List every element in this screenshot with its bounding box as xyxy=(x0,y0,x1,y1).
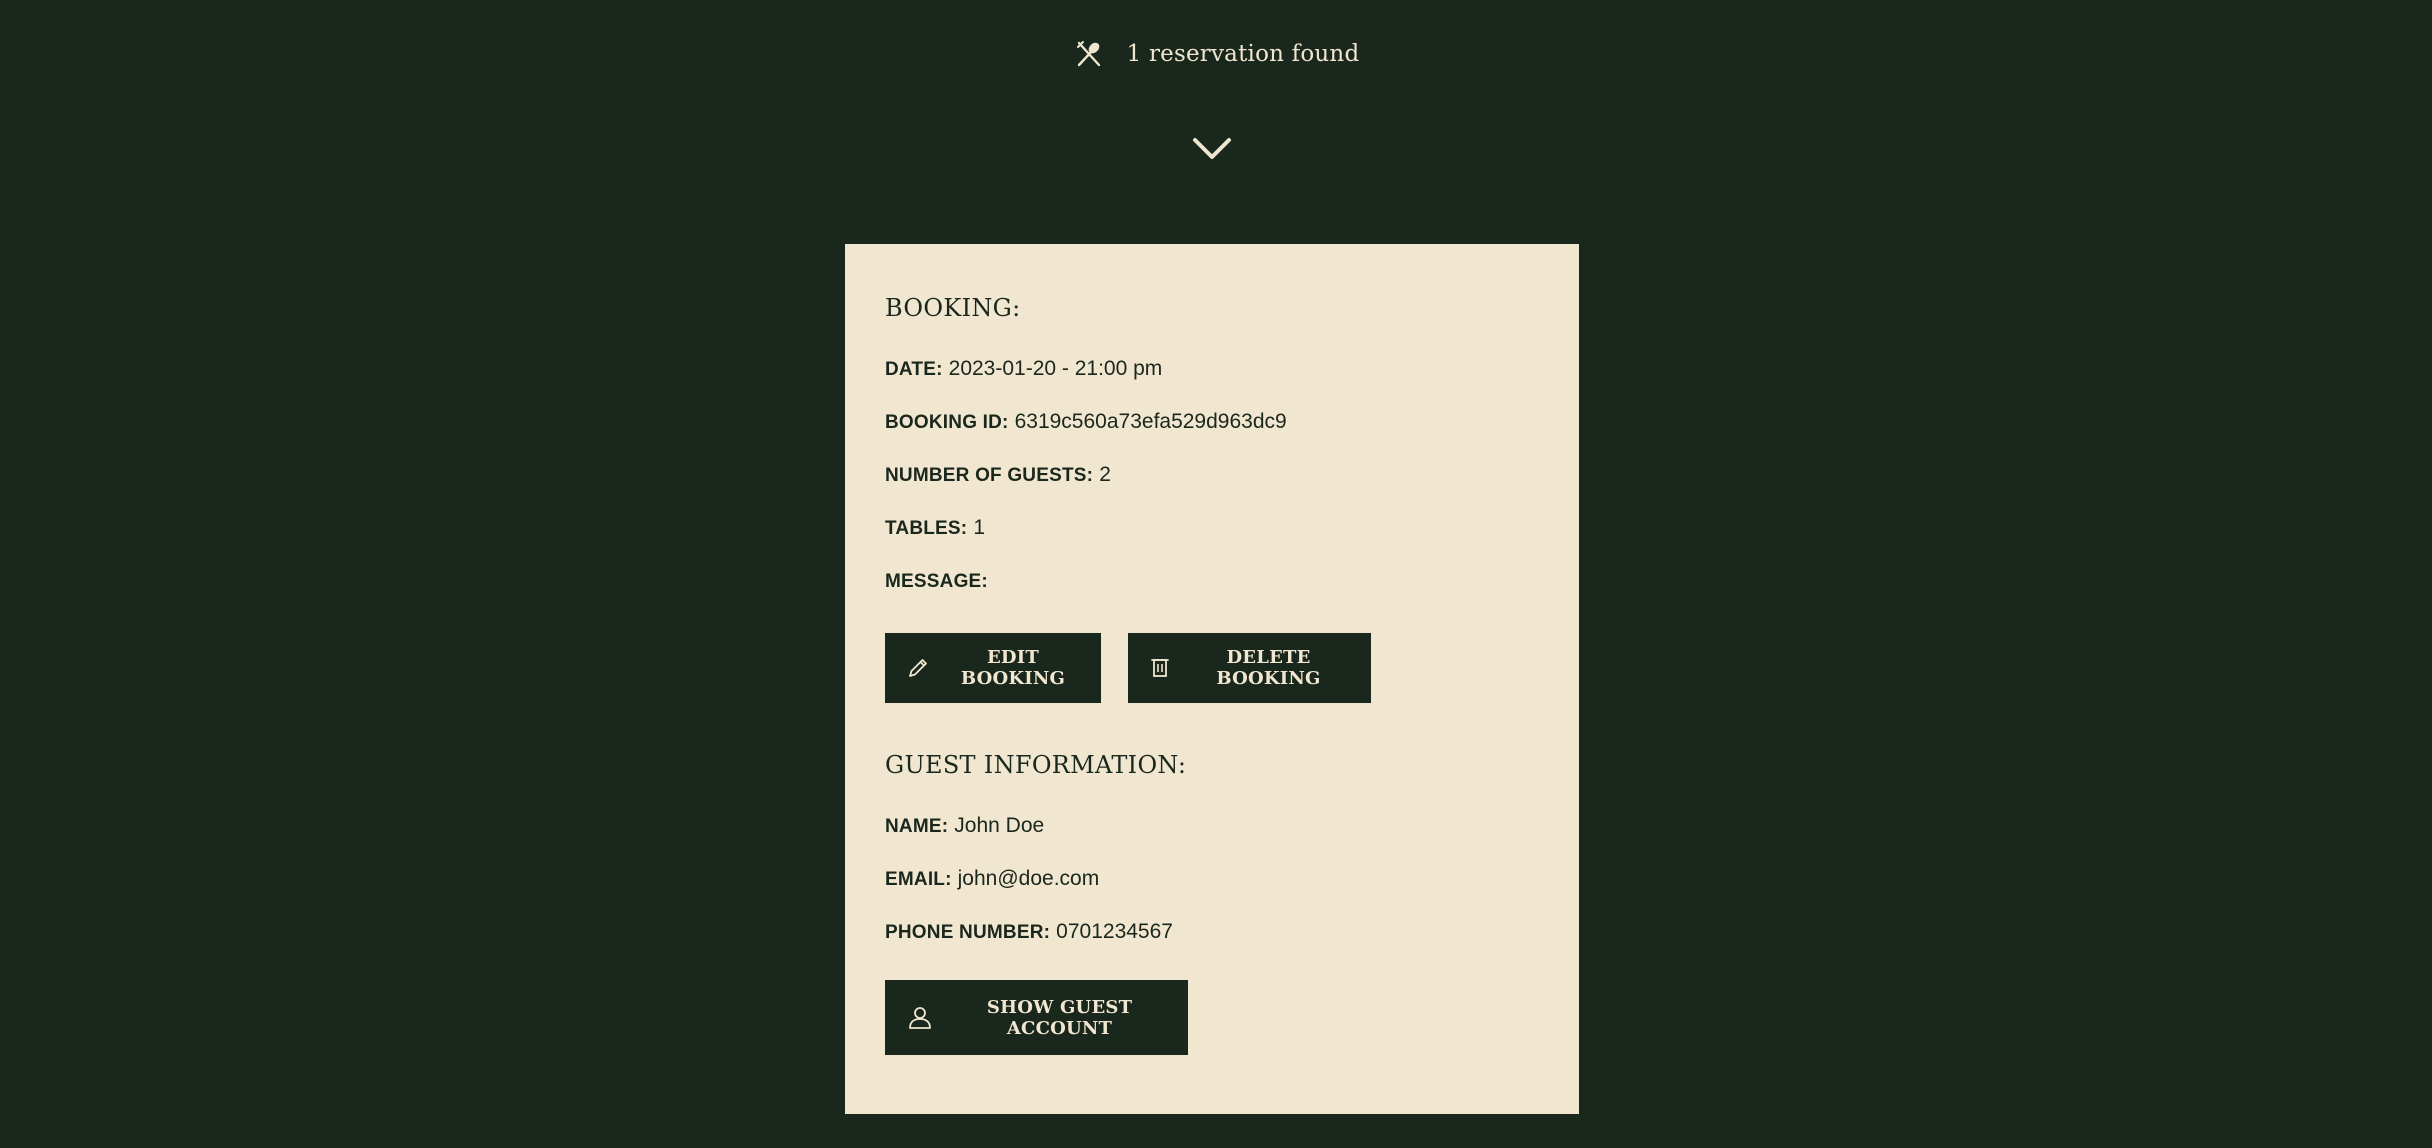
user-icon xyxy=(907,1005,933,1031)
delete-booking-label: DELETE BOOKING xyxy=(1216,647,1321,689)
utensils-icon xyxy=(1073,38,1105,70)
email-label: EMAIL: xyxy=(885,869,952,890)
booking-card: BOOKING: DATE: 2023-01-20 - 21:00 pm BOOK… xyxy=(845,244,1579,1114)
guests-label: NUMBER OF GUESTS: xyxy=(885,465,1094,486)
pencil-icon xyxy=(907,657,929,679)
booking-section-title: BOOKING: xyxy=(885,294,1021,322)
date-value: 2023-01-20 - 21:00 pm xyxy=(948,357,1163,380)
reservation-count-header: 1 reservation found xyxy=(0,38,2432,70)
booking-id-label: BOOKING ID: xyxy=(885,412,1009,433)
guest-email-row: EMAIL: john@doe.com xyxy=(885,866,1539,893)
message-label: MESSAGE: xyxy=(885,571,988,592)
tables-label: TABLES: xyxy=(885,518,968,539)
date-label: DATE: xyxy=(885,359,943,380)
show-guest-account-label: SHOW GUEST ACCOUNT xyxy=(986,996,1133,1039)
booking-date-row: DATE: 2023-01-20 - 21:00 pm xyxy=(885,356,1539,383)
tables-row: TABLES: 1 xyxy=(885,515,1539,542)
name-label: NAME: xyxy=(885,816,949,837)
email-value: john@doe.com xyxy=(957,867,1100,890)
guest-phone-row: PHONE NUMBER: 0701234567 xyxy=(885,919,1539,946)
guests-row: NUMBER OF GUESTS: 2 xyxy=(885,462,1539,489)
tables-value: 1 xyxy=(973,516,986,539)
booking-id-value: 6319c560a73efa529d963dc9 xyxy=(1014,410,1287,433)
trash-icon xyxy=(1150,657,1170,679)
reservation-count-text: 1 reservation found xyxy=(1126,41,1360,67)
name-value: John Doe xyxy=(954,814,1045,837)
booking-actions: EDIT BOOKING DELETE BOOKING xyxy=(885,633,1539,703)
guest-section-title: GUEST INFORMATION: xyxy=(885,751,1187,779)
booking-id-row: BOOKING ID: 6319c560a73efa529d963dc9 xyxy=(885,409,1539,436)
guests-value: 2 xyxy=(1099,463,1111,486)
edit-booking-label: EDIT BOOKING xyxy=(960,647,1066,689)
message-row: MESSAGE: xyxy=(885,568,1539,595)
chevron-down-icon[interactable] xyxy=(1192,136,1232,162)
guest-name-row: NAME: John Doe xyxy=(885,813,1539,840)
edit-booking-button[interactable]: EDIT BOOKING xyxy=(885,633,1101,703)
phone-value: 0701234567 xyxy=(1056,920,1173,943)
show-guest-account-button[interactable]: SHOW GUEST ACCOUNT xyxy=(885,980,1188,1055)
phone-label: PHONE NUMBER: xyxy=(885,922,1051,943)
delete-booking-button[interactable]: DELETE BOOKING xyxy=(1128,633,1371,703)
